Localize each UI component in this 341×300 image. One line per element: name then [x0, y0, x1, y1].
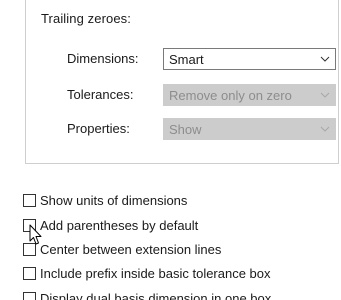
dimensions-dropdown[interactable]: Smart [163, 48, 336, 70]
dimensions-label: Dimensions: [67, 51, 139, 66]
display-dual-basis-checkbox[interactable] [23, 291, 36, 300]
properties-dropdown-value: Show [169, 121, 202, 137]
dimensions-dropdown-value: Smart [169, 51, 204, 67]
tolerances-dropdown-value: Remove only on zero [169, 87, 292, 103]
include-prefix-checkbox[interactable] [23, 266, 36, 280]
display-dual-basis-label: Display dual basis dimension in one box [40, 290, 272, 300]
mouse-pointer-icon [29, 224, 42, 245]
tolerances-label: Tolerances: [67, 87, 134, 102]
show-units-checkbox[interactable] [23, 193, 36, 207]
include-prefix-label: Include prefix inside basic tolerance bo… [40, 265, 271, 281]
option-display-dual-basis[interactable]: Display dual basis dimension in one box [23, 289, 271, 300]
show-units-label: Show units of dimensions [40, 192, 188, 208]
option-add-parentheses[interactable]: Add parentheses by default [23, 216, 198, 234]
tolerances-dropdown[interactable]: Remove only on zero [163, 84, 336, 106]
add-parentheses-label: Add parentheses by default [40, 217, 199, 233]
option-center-between-extension-lines[interactable]: Center between extension lines [23, 240, 221, 258]
option-include-prefix[interactable]: Include prefix inside basic tolerance bo… [23, 264, 271, 282]
chevron-down-icon [320, 126, 330, 132]
properties-label: Properties: [67, 121, 130, 136]
chevron-down-icon [320, 92, 330, 98]
center-between-extension-lines-label: Center between extension lines [40, 241, 222, 257]
option-show-units[interactable]: Show units of dimensions [23, 191, 187, 209]
chevron-down-icon [320, 56, 330, 62]
trailing-zeroes-title: Trailing zeroes: [41, 11, 131, 26]
options-panel: Trailing zeroes: Dimensions: Smart Toler… [0, 0, 341, 300]
properties-dropdown[interactable]: Show [163, 118, 336, 140]
